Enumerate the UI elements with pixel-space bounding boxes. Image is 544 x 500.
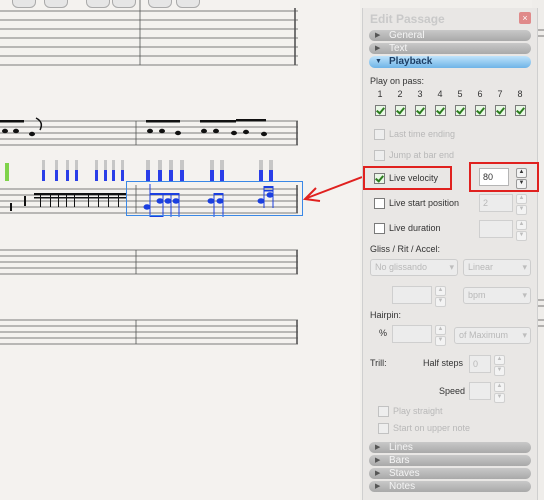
pass-number: 8 (517, 89, 523, 99)
pass-1-checkbox[interactable] (375, 105, 386, 116)
score-canvas[interactable] (0, 0, 362, 500)
pass-8-checkbox[interactable] (515, 105, 526, 116)
pass-number: 5 (457, 89, 463, 99)
play-straight-label: Play straight (393, 406, 443, 416)
pass-3-checkbox[interactable] (415, 105, 426, 116)
chevron-down-icon[interactable]: ▼ (435, 336, 446, 346)
chevron-down-icon: ▼ (375, 58, 382, 65)
section-staves-label: Staves (389, 468, 420, 479)
play-straight-checkbox[interactable] (378, 406, 389, 417)
live-velocity-highlight (363, 166, 452, 190)
section-playback-label: Playback (389, 56, 433, 67)
gliss-value-input[interactable] (392, 286, 432, 304)
section-bars-label: Bars (389, 455, 410, 466)
section-notes[interactable]: ▶ Notes (369, 481, 531, 492)
live-duration-label: Live duration (389, 223, 441, 233)
section-text[interactable]: ▶ Text (369, 43, 531, 54)
start-position-stepper[interactable]: ▲ ▼ (516, 194, 527, 215)
chevron-right-icon: ▶ (375, 45, 381, 52)
pass-5-checkbox[interactable] (455, 105, 466, 116)
section-notes-label: Notes (389, 481, 416, 492)
last-time-ending-label: Last time ending (389, 129, 456, 139)
pass-number: 3 (417, 89, 423, 99)
chevron-down-icon[interactable]: ▼ (516, 231, 527, 241)
half-steps-input[interactable]: 0 (469, 355, 491, 373)
chevron-down-icon[interactable]: ▼ (494, 366, 505, 376)
bpm-select[interactable]: bpm (463, 287, 531, 304)
music-staves (0, 0, 362, 345)
chevron-right-icon: ▶ (375, 457, 381, 464)
section-lines-label: Lines (389, 442, 413, 453)
chevron-right-icon: ▶ (375, 483, 381, 490)
speed-input[interactable] (469, 382, 491, 400)
duration-input[interactable] (479, 220, 513, 238)
pass-6-checkbox[interactable] (475, 105, 486, 116)
pass-4-checkbox[interactable] (435, 105, 446, 116)
pass-number: 1 (377, 89, 383, 99)
panel-title: Edit Passage (370, 12, 445, 26)
jump-at-bar-end-label: Jump at bar end (389, 150, 455, 160)
chevron-down-icon[interactable]: ▼ (494, 393, 505, 403)
trill-label: Trill: (370, 358, 387, 368)
pass-number: 2 (397, 89, 403, 99)
percent-label: % (379, 328, 388, 338)
pass-number: 4 (437, 89, 443, 99)
speed-stepper[interactable]: ▲ ▼ (494, 382, 505, 403)
section-playback[interactable]: ▼ Playback (369, 56, 531, 68)
chevron-down-icon[interactable]: ▼ (435, 297, 446, 307)
section-text-label: Text (389, 43, 408, 54)
section-lines[interactable]: ▶ Lines (369, 442, 531, 453)
chevron-right-icon: ▶ (375, 470, 381, 477)
pass-number: 7 (497, 89, 503, 99)
close-icon[interactable]: × (519, 12, 531, 24)
half-steps-label: Half steps (423, 358, 464, 368)
start-on-upper-note-label: Start on upper note (393, 423, 471, 433)
half-steps-stepper[interactable]: ▲ ▼ (494, 355, 505, 376)
section-general-label: General (389, 30, 425, 41)
last-time-ending-checkbox[interactable] (374, 129, 385, 140)
hairpin-percent-input[interactable] (392, 325, 432, 343)
chevron-up-icon[interactable]: ▲ (494, 355, 505, 365)
maximum-select[interactable]: of Maximum (454, 327, 531, 344)
pass-2-checkbox[interactable] (395, 105, 406, 116)
jump-at-bar-end-checkbox[interactable] (374, 150, 385, 161)
start-position-input[interactable]: 2 (479, 194, 513, 212)
chevron-up-icon[interactable]: ▲ (435, 325, 446, 335)
selected-passage-box[interactable] (126, 181, 303, 216)
pass-7-checkbox[interactable] (495, 105, 506, 116)
duration-stepper[interactable]: ▲ ▼ (516, 220, 527, 241)
gliss-value-stepper[interactable]: ▲ ▼ (435, 286, 446, 307)
start-on-upper-note-checkbox[interactable] (378, 423, 389, 434)
section-staves[interactable]: ▶ Staves (369, 468, 531, 479)
gliss-label: Gliss / Rit / Accel: (370, 244, 441, 254)
play-on-pass-label: Play on pass: (370, 76, 425, 86)
edit-passage-panel: Edit Passage × ▶ General ▶ Text ▼ Playba… (362, 8, 539, 500)
chevron-right-icon: ▶ (375, 32, 381, 39)
linear-select[interactable]: Linear (463, 259, 531, 276)
section-general[interactable]: ▶ General (369, 30, 531, 41)
chevron-up-icon[interactable]: ▲ (494, 382, 505, 392)
chevron-up-icon[interactable]: ▲ (516, 220, 527, 230)
hairpin-label: Hairpin: (370, 310, 402, 320)
chevron-up-icon[interactable]: ▲ (516, 194, 527, 204)
glissando-select[interactable]: No glissando (370, 259, 458, 276)
live-duration-checkbox[interactable] (374, 223, 385, 234)
hairpin-percent-stepper[interactable]: ▲ ▼ (435, 325, 446, 346)
pass-number: 6 (477, 89, 483, 99)
chevron-right-icon: ▶ (375, 444, 381, 451)
speed-label: Speed (439, 386, 466, 396)
section-bars[interactable]: ▶ Bars (369, 455, 531, 466)
live-start-position-label: Live start position (389, 198, 460, 208)
chevron-up-icon[interactable]: ▲ (435, 286, 446, 296)
live-start-position-checkbox[interactable] (374, 198, 385, 209)
chevron-down-icon[interactable]: ▼ (516, 205, 527, 215)
velocity-highlight (469, 162, 539, 192)
